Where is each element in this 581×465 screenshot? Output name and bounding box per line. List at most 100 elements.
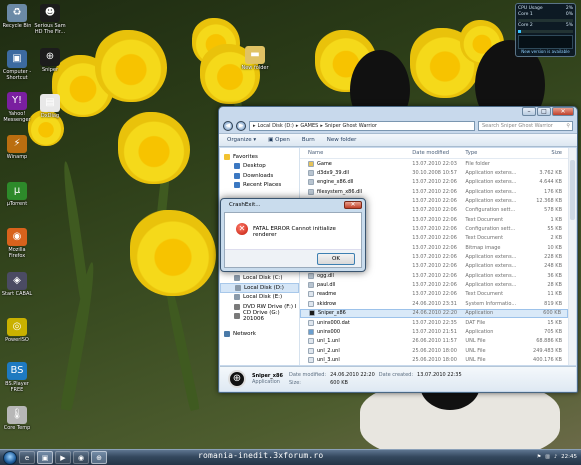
size-label: Size:: [289, 380, 301, 386]
file-row[interactable]: Game 13.07.2010 22:03 File folder: [300, 159, 568, 168]
forward-icon[interactable]: ▶: [236, 121, 246, 131]
breadcrumb-item[interactable]: Local Disk (D:): [258, 123, 294, 129]
column-name[interactable]: Name: [300, 150, 412, 156]
file-type-cell: File folder: [465, 160, 490, 167]
file-row[interactable]: readme 13.07.2010 22:06 Text Document 11 KB: [300, 290, 568, 299]
desktop-shortcut[interactable]: ◉ Mozilla Firefox: [0, 228, 34, 259]
column-size[interactable]: Size: [518, 150, 568, 156]
file-size-cell: 228 KB: [544, 254, 562, 261]
desktop-shortcut[interactable]: ▣ Computer - Shortcut: [0, 50, 34, 81]
back-icon[interactable]: ◀: [223, 121, 233, 131]
nav-item[interactable]: Local Disk (D:): [220, 283, 299, 293]
dialog-titlebar[interactable]: CrashExit... ✕: [221, 199, 365, 211]
nav-item[interactable]: CD Drive (G:) 201006: [220, 310, 299, 322]
breadcrumb-item[interactable]: GAMES: [300, 123, 318, 129]
desktop-shortcut[interactable]: ▤ DxDiag: [33, 94, 67, 120]
column-header-row: Name Date modified Type Size: [300, 148, 568, 159]
file-name: skidrow: [317, 300, 337, 307]
shortcut-icon: ▬: [245, 46, 265, 64]
nav-item[interactable]: Network: [220, 329, 299, 339]
desktop-shortcut[interactable]: µ µTorrent: [0, 182, 34, 208]
file-date-cell: 26.06.2010 11:57: [412, 338, 457, 345]
firefox-icon[interactable]: ◉: [73, 451, 89, 464]
minimize-button[interactable]: –: [522, 107, 536, 116]
clock[interactable]: 22:45: [561, 454, 577, 460]
shortcut-label: PowerISO: [5, 337, 29, 343]
core-label: Core 1: [518, 12, 533, 17]
desktop-shortcut[interactable]: Y! Yahoo! Messenger: [0, 92, 34, 123]
volume-icon[interactable]: ♪: [554, 454, 557, 460]
nav-item[interactable]: Downloads: [220, 171, 299, 181]
file-name-cell: unl_3.unl: [300, 356, 412, 363]
nav-item-icon: [234, 313, 240, 320]
maximize-button[interactable]: □: [537, 107, 551, 116]
media-player-icon[interactable]: ▶: [55, 451, 71, 464]
window-titlebar[interactable]: – □ ✕: [219, 107, 577, 119]
desktop-shortcut[interactable]: ⊕ Sniper: [33, 48, 67, 74]
nav-item[interactable]: Local Disk (E:): [220, 293, 299, 303]
ie-icon[interactable]: e: [19, 451, 35, 464]
burn-button[interactable]: Burn: [302, 137, 315, 143]
organize-button[interactable]: Organize ▾: [227, 137, 256, 143]
nav-item[interactable]: Favorites: [220, 152, 299, 162]
file-row[interactable]: d3dx9_39.dll 30.10.2008 10:57 Application …: [300, 168, 568, 177]
file-type-cell: System Informatio...: [465, 300, 517, 307]
new-folder-button[interactable]: New folder: [327, 137, 357, 143]
address-bar[interactable]: ▸ Local Disk (D:) ▸ GAMES ▸ Sniper Ghost W…: [249, 121, 475, 131]
nav-item-label: Desktop: [243, 163, 266, 170]
desktop-shortcut[interactable]: BS BS.Player FREE: [0, 362, 34, 393]
open-button[interactable]: ▣ Open: [268, 137, 290, 143]
file-row[interactable]: paul.dll 13.07.2010 22:06 Application exte…: [300, 280, 568, 289]
ok-button[interactable]: OK: [317, 253, 355, 265]
network-icon[interactable]: ▥: [545, 454, 550, 460]
explorer-icon[interactable]: ▣: [37, 451, 53, 464]
nav-item-icon: [234, 275, 240, 282]
file-row[interactable]: ogg.dll 13.07.2010 22:06 Application exten…: [300, 271, 568, 280]
file-row[interactable]: unins000.dat 13.07.2010 22:35 DAT File 15 K…: [300, 318, 568, 327]
desktop-shortcut[interactable]: ☻ Serious Sam HD The Fir...: [33, 4, 67, 35]
shortcut-icon: ⚡: [7, 135, 27, 153]
column-date[interactable]: Date modified: [412, 150, 465, 156]
file-size-cell: 705 KB: [544, 328, 562, 335]
file-type-cell: Bitmap image: [465, 244, 501, 251]
desktop-shortcut[interactable]: 🌡 Core Temp: [0, 406, 34, 432]
file-date-cell: 13.07.2010 22:06: [412, 216, 457, 223]
desktop-shortcut[interactable]: ◈ Start CABAL: [0, 272, 34, 298]
cpu-history-graph: [518, 35, 573, 49]
file-row[interactable]: unl_2.unl 25.06.2010 18:00 UNL File 249.483…: [300, 346, 568, 355]
flag-icon[interactable]: ⚑: [537, 454, 541, 460]
nav-item[interactable]: Local Disk (C:): [220, 274, 299, 284]
file-row[interactable]: engine_x86.dll 13.07.2010 22:06 Applicatio…: [300, 178, 568, 187]
cpu-usage-gadget[interactable]: CPU Usage 2% Core 1 0% Core 2 5% New versi…: [515, 3, 576, 57]
details-title-block: Sniper_x86 Application: [252, 373, 283, 385]
sniper-icon[interactable]: ⊕: [91, 451, 107, 464]
search-input[interactable]: Search Sniper Ghost Warrior ⚲: [478, 121, 573, 131]
file-name-cell: unins000.dat: [300, 319, 412, 326]
file-type-cell: Application extens...: [465, 263, 517, 270]
dialog-close-button[interactable]: ✕: [344, 201, 362, 209]
close-button[interactable]: ✕: [552, 107, 574, 116]
file-row[interactable]: Sniper_x86 24.06.2010 22:20 Application 600…: [300, 308, 568, 318]
file-row[interactable]: unins000 13.07.2010 21:51 Application 705 K…: [300, 327, 568, 336]
vertical-scrollbar[interactable]: [568, 148, 576, 365]
file-row[interactable]: unl_3.unl 25.06.2010 18:00 UNL File 400.176…: [300, 355, 568, 364]
nav-item[interactable]: Recent Places: [220, 181, 299, 191]
column-type[interactable]: Type: [465, 150, 517, 156]
file-row[interactable]: unl_1.unl 26.06.2010 11:57 UNL File 68.886 …: [300, 337, 568, 346]
open-label: Open: [275, 137, 290, 143]
file-icon: [308, 272, 314, 279]
file-row[interactable]: filesystem_x86.dll 13.07.2010 22:06 Applic…: [300, 187, 568, 196]
desktop-shortcut[interactable]: ⚡ Winamp: [0, 135, 34, 161]
desktop-shortcut[interactable]: ♻ Recycle Bin: [0, 4, 34, 30]
file-type-cell: UNL File: [465, 347, 486, 354]
start-button[interactable]: [3, 450, 17, 465]
file-date-cell: 13.07.2010 22:06: [412, 272, 457, 279]
scrollbar-thumb[interactable]: [570, 160, 575, 220]
nav-item[interactable]: Desktop: [220, 162, 299, 172]
desktop-shortcut[interactable]: ▬ New folder: [238, 46, 272, 72]
file-row[interactable]: skidrow 24.06.2010 23:31 System Informatio…: [300, 299, 568, 308]
breadcrumb-item[interactable]: Sniper Ghost Warrior: [325, 123, 377, 129]
update-notice[interactable]: New version is available: [518, 49, 573, 54]
desktop-shortcut[interactable]: ◎ PowerISO: [0, 318, 34, 344]
crash-dialog[interactable]: CrashExit... ✕ ✕ FATAL ERROR Cannot init…: [220, 198, 366, 272]
